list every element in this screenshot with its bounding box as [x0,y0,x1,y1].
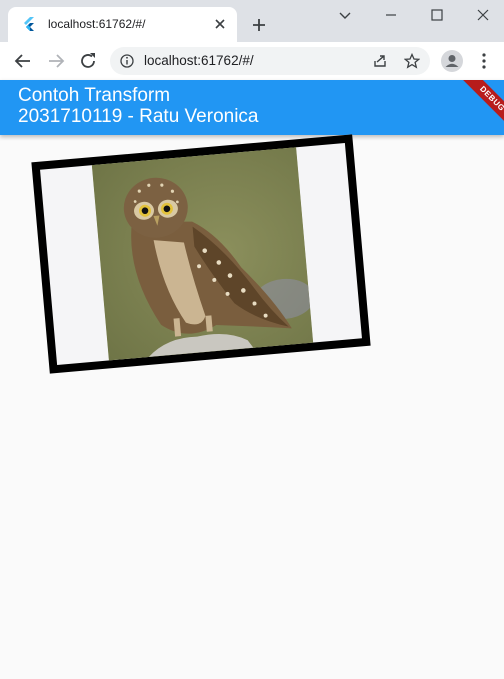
maximize-icon[interactable] [430,8,444,22]
minimize-icon[interactable] [384,8,398,22]
share-icon[interactable] [372,53,388,69]
info-icon[interactable] [120,54,134,68]
owl-illustration [91,147,314,361]
forward-icon[interactable] [47,52,65,70]
flutter-icon [24,17,34,31]
browser-tab[interactable]: localhost:61762/#/ [8,7,237,42]
reload-icon[interactable] [79,52,97,70]
transformed-image-frame [31,134,371,374]
profile-avatar[interactable] [441,50,463,72]
chevron-down-icon[interactable] [338,8,352,22]
debug-banner-container: DEBUG [0,80,504,135]
tab-title: localhost:61762/#/ [48,17,146,31]
browser-toolbar: localhost:61762/#/ [0,42,504,80]
close-tab-icon[interactable] [214,18,226,30]
person-icon [445,55,459,67]
browser-tabstrip: localhost:61762/#/ [0,0,504,42]
new-tab-icon[interactable] [250,16,268,34]
debug-banner: DEBUG [453,80,504,135]
close-window-icon[interactable] [476,8,490,22]
back-icon[interactable] [14,52,32,70]
url-text: localhost:61762/#/ [144,53,254,68]
bookmark-star-icon[interactable] [404,53,420,69]
owl-image [91,147,314,361]
address-bar[interactable]: localhost:61762/#/ [110,47,430,75]
more-menu-icon[interactable] [476,52,492,70]
